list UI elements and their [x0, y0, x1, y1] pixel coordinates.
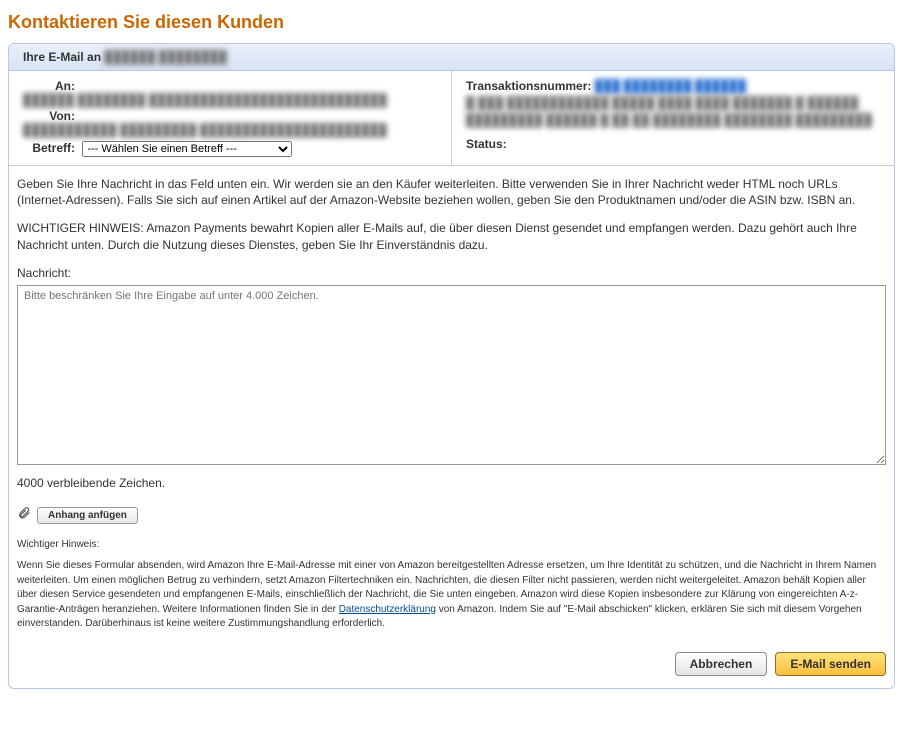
page-title: Kontaktieren Sie diesen Kunden — [8, 12, 895, 33]
message-textarea[interactable] — [17, 285, 886, 465]
subject-select[interactable]: --- Wählen Sie einen Betreff --- — [82, 141, 292, 157]
attach-button[interactable]: Anhang anfügen — [37, 507, 138, 524]
button-row: Abbrechen E-Mail senden — [17, 652, 886, 684]
transaction-label: Transaktionsnummer: — [466, 79, 591, 93]
panel-header-prefix: Ihre E-Mail an — [23, 50, 101, 64]
notice-text: WICHTIGER HINWEIS: Amazon Payments bewah… — [17, 220, 886, 252]
from-label: Von: — [23, 109, 75, 123]
char-count: 4000 verbleibende Zeichen. — [17, 475, 886, 491]
to-label: An: — [23, 79, 75, 93]
message-label: Nachricht: — [17, 265, 886, 281]
email-panel: Ihre E-Mail an ██████ ████████ An: █████… — [8, 43, 895, 689]
body-section: Geben Sie Ihre Nachricht in das Feld unt… — [9, 165, 894, 688]
info-left: An: ██████ ████████ ████████████████████… — [9, 71, 451, 165]
to-value: ██████ ████████ ████████████████████████… — [23, 93, 387, 107]
intro-text: Geben Sie Ihre Nachricht in das Feld unt… — [17, 176, 886, 208]
privacy-link[interactable]: Datenschutzerklärung — [339, 604, 436, 615]
info-row: An: ██████ ████████ ████████████████████… — [9, 71, 894, 165]
from-value: ███████████ █████████ ██████████████████… — [23, 123, 387, 137]
panel-header: Ihre E-Mail an ██████ ████████ — [9, 44, 894, 71]
paperclip-icon — [17, 505, 31, 525]
send-button[interactable]: E-Mail senden — [775, 652, 886, 676]
subject-label: Betreff: — [23, 141, 75, 155]
hint-title: Wichtiger Hinweis: — [17, 538, 886, 552]
transaction-link[interactable]: ███ ████████ ██████ — [595, 79, 746, 93]
hint-body: Wenn Sie dieses Formular absenden, wird … — [17, 559, 886, 632]
panel-header-recipient: ██████ ████████ — [104, 50, 226, 64]
cancel-button[interactable]: Abbrechen — [675, 652, 768, 676]
info-right: Transaktionsnummer: ███ ████████ ██████ … — [451, 71, 894, 165]
transaction-detail: █ ███ ████████████ █████ ████ ████ █████… — [466, 95, 880, 129]
status-label: Status: — [466, 137, 507, 151]
